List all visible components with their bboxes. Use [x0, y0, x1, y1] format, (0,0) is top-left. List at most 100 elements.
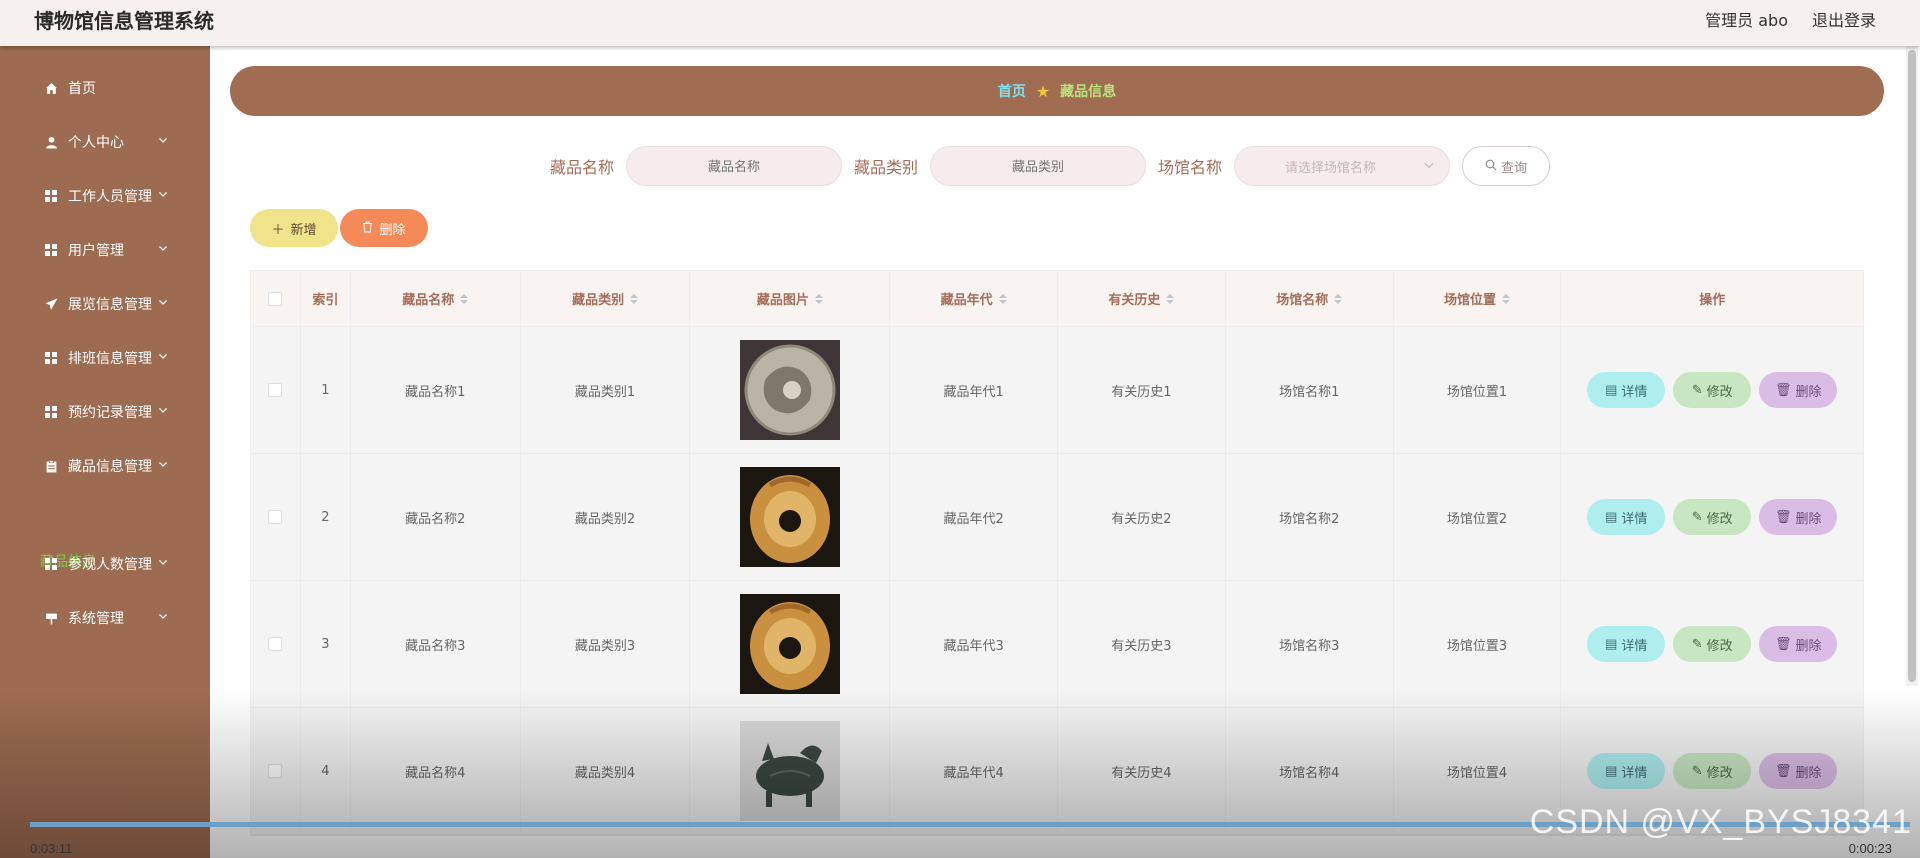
chevron-down-icon: [156, 187, 170, 201]
sort-icon[interactable]: [998, 293, 1007, 304]
watermark: CSDN @VX_BYSJ8341: [1529, 803, 1912, 841]
add-button[interactable]: ＋ 新增: [250, 209, 338, 247]
edit-button[interactable]: ✎ 修改: [1673, 753, 1752, 789]
edit-button[interactable]: ✎ 修改: [1673, 372, 1752, 408]
venue-select[interactable]: 请选择场馆名称: [1234, 146, 1451, 186]
row-category: 藏品类别1: [521, 327, 691, 453]
edit-button[interactable]: ✎ 修改: [1673, 499, 1752, 535]
sidebar-item-users[interactable]: 用户管理: [44, 239, 174, 261]
row-name: 藏品名称4: [351, 708, 521, 834]
category-search-input[interactable]: [930, 146, 1147, 186]
collection-image[interactable]: [739, 721, 840, 821]
sort-icon[interactable]: [630, 293, 639, 304]
scrollbar-thumb[interactable]: [1908, 50, 1916, 682]
row-era: 藏品年代1: [890, 327, 1059, 453]
delete-button-label: 删除: [379, 221, 406, 237]
breadcrumb-home[interactable]: 首页: [998, 81, 1026, 101]
sort-icon[interactable]: [460, 293, 469, 304]
plus-icon: ＋: [271, 221, 285, 237]
user-icon: [44, 135, 58, 149]
logout-link[interactable]: 退出登录: [1812, 7, 1876, 31]
sidebar-item-visitors[interactable]: 参观人数管理: [44, 553, 174, 575]
detail-button[interactable]: ▤ 详情: [1587, 753, 1666, 789]
trash-icon: 🗑: [1774, 636, 1792, 651]
batch-delete-button[interactable]: 删除: [340, 209, 428, 247]
collection-image[interactable]: [739, 340, 840, 440]
query-button[interactable]: 查询: [1462, 146, 1551, 186]
sidebar-item-shifts[interactable]: 排班信息管理: [44, 347, 174, 369]
sidebar-item-home[interactable]: 首页: [44, 77, 174, 99]
delete-button[interactable]: 🗑 删除: [1759, 753, 1838, 789]
document-icon: ▤: [1605, 763, 1618, 778]
sidebar-item-exhibitions[interactable]: 展览信息管理: [44, 293, 174, 315]
row-index: 4: [301, 708, 351, 834]
admin-label[interactable]: 管理员 abo: [1705, 7, 1788, 31]
header-era[interactable]: 藏品年代: [890, 271, 1059, 326]
sidebar-item-personal[interactable]: 个人中心: [44, 131, 174, 153]
venue-select-placeholder: 请选择场馆名称: [1285, 160, 1377, 176]
detail-button[interactable]: ▤ 详情: [1587, 372, 1666, 408]
delete-button[interactable]: 🗑 删除: [1759, 626, 1838, 662]
trash-icon: [362, 221, 373, 236]
sort-icon[interactable]: [1334, 293, 1343, 304]
header-index: 索引: [301, 271, 351, 326]
breadcrumb-current: 藏品信息: [1060, 84, 1117, 100]
sidebar-item-staff[interactable]: 工作人员管理: [44, 185, 174, 207]
row-index: 2: [301, 454, 351, 580]
header-name[interactable]: 藏品名称: [351, 271, 521, 326]
category-search-label: 藏品类别: [854, 158, 919, 177]
header-image[interactable]: 藏品图片: [690, 271, 891, 326]
top-right-menu: 管理员 abo 退出登录: [1705, 7, 1876, 31]
detail-button[interactable]: ▤ 详情: [1587, 626, 1666, 662]
grid-icon: [44, 189, 58, 203]
venue-search-label: 场馆名称: [1158, 158, 1223, 177]
detail-button[interactable]: ▤ 详情: [1587, 499, 1666, 535]
grid-icon: [44, 405, 58, 419]
row-location: 场馆位置2: [1394, 454, 1562, 580]
star-icon: ★: [1035, 81, 1051, 101]
sign-icon: [44, 611, 58, 625]
header-venue[interactable]: 场馆名称: [1226, 271, 1394, 326]
home-icon: [44, 81, 58, 95]
delete-button[interactable]: 🗑 删除: [1759, 499, 1838, 535]
select-all-checkbox[interactable]: [268, 291, 283, 306]
row-category: 藏品类别4: [521, 708, 691, 834]
trash-icon: 🗑: [1774, 763, 1792, 778]
top-bar: 博物馆信息管理系统 管理员 abo 退出登录: [0, 0, 1920, 46]
row-venue: 场馆名称4: [1226, 708, 1394, 834]
grid-icon: [44, 243, 58, 257]
edit-button[interactable]: ✎ 修改: [1673, 626, 1752, 662]
sort-icon[interactable]: [1502, 293, 1511, 304]
row-checkbox[interactable]: [268, 637, 283, 651]
delete-button[interactable]: 🗑 删除: [1759, 372, 1838, 408]
collection-image[interactable]: [739, 594, 840, 694]
row-location: 场馆位置1: [1394, 327, 1562, 453]
collection-image[interactable]: [739, 467, 840, 567]
header-location[interactable]: 场馆位置: [1394, 271, 1562, 326]
row-checkbox[interactable]: [268, 383, 283, 397]
row-era: 藏品年代2: [890, 454, 1059, 580]
sidebar-item-label: 排班信息管理: [68, 351, 152, 367]
sidebar-item-system[interactable]: 系统管理: [44, 607, 174, 629]
table-row: 1 藏品名称1 藏品类别1 藏品年代1 有关历史1 场馆名称1 场馆位置1 ▤ 详…: [251, 327, 1863, 454]
row-name: 藏品名称1: [351, 327, 521, 453]
header-history[interactable]: 有关历史: [1058, 271, 1226, 326]
sidebar-item-collections[interactable]: 藏品信息管理: [44, 455, 174, 477]
sort-icon[interactable]: [814, 293, 823, 304]
query-button-label: 查询: [1501, 159, 1528, 175]
header-actions: 操作: [1699, 293, 1726, 308]
row-name: 藏品名称2: [351, 454, 521, 580]
clipboard-icon: [44, 459, 58, 473]
sidebar-item-reservations[interactable]: 预约记录管理: [44, 401, 174, 423]
document-icon: ▤: [1605, 636, 1618, 651]
chevron-down-icon: [1423, 159, 1435, 175]
pencil-icon: ✎: [1691, 509, 1703, 524]
sort-icon[interactable]: [1166, 293, 1175, 304]
header-category[interactable]: 藏品类别: [521, 271, 691, 326]
name-search-input[interactable]: [626, 146, 843, 186]
row-checkbox[interactable]: [268, 510, 283, 524]
row-venue: 场馆名称3: [1226, 581, 1394, 707]
sidebar-item-label: 预约记录管理: [68, 405, 152, 421]
row-checkbox[interactable]: [268, 764, 283, 778]
sidebar-item-label: 工作人员管理: [68, 189, 152, 205]
